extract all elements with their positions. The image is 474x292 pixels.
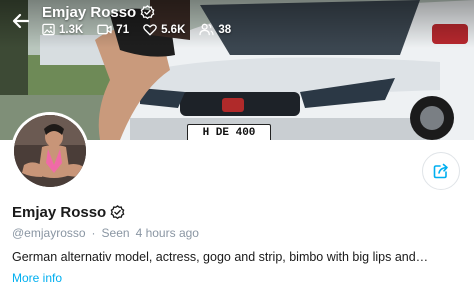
avatar[interactable] bbox=[11, 112, 89, 190]
more-info-link[interactable]: More info bbox=[12, 271, 62, 285]
license-plate-text: H DE 400 bbox=[202, 127, 256, 139]
stat-videos: 71 bbox=[97, 23, 129, 36]
license-plate: H DE 400 bbox=[187, 124, 271, 140]
meta-separator: · bbox=[91, 226, 96, 240]
seen-time: 4 hours ago bbox=[135, 226, 199, 240]
stat-fans-count: 38 bbox=[218, 23, 232, 36]
image-icon bbox=[42, 23, 55, 36]
profile-meta: @emjayrosso · Seen 4 hours ago bbox=[12, 226, 199, 240]
seen-label: Seen bbox=[101, 226, 130, 240]
stat-fans: 38 bbox=[199, 23, 231, 36]
profile-display-name: Emjay Rosso bbox=[12, 204, 107, 221]
heart-icon bbox=[143, 24, 157, 36]
profile-bio: German alternativ model, actress, gogo a… bbox=[12, 250, 429, 264]
stats-bar: 1.3K 71 5.6K 38 bbox=[42, 23, 231, 36]
stat-likes: 5.6K bbox=[143, 23, 185, 36]
stat-likes-count: 5.6K bbox=[161, 23, 186, 36]
avatar-image bbox=[14, 115, 86, 187]
stat-photos-count: 1.3K bbox=[59, 23, 84, 36]
video-icon bbox=[97, 24, 112, 35]
verified-badge-icon bbox=[140, 5, 155, 20]
profile-username: @emjayrosso bbox=[12, 226, 86, 240]
profile-name-row: Emjay Rosso bbox=[12, 204, 125, 221]
header-title: Emjay Rosso bbox=[42, 4, 155, 21]
stat-photos: 1.3K bbox=[42, 23, 83, 36]
avatar-photo bbox=[14, 115, 86, 187]
back-button[interactable] bbox=[8, 8, 34, 34]
share-button[interactable] bbox=[422, 152, 460, 190]
arrow-left-icon bbox=[12, 13, 30, 29]
users-icon bbox=[199, 23, 214, 36]
share-icon bbox=[433, 163, 448, 179]
stat-videos-count: 71 bbox=[116, 23, 130, 36]
verified-badge-icon bbox=[110, 205, 125, 220]
header-display-name: Emjay Rosso bbox=[42, 4, 137, 21]
